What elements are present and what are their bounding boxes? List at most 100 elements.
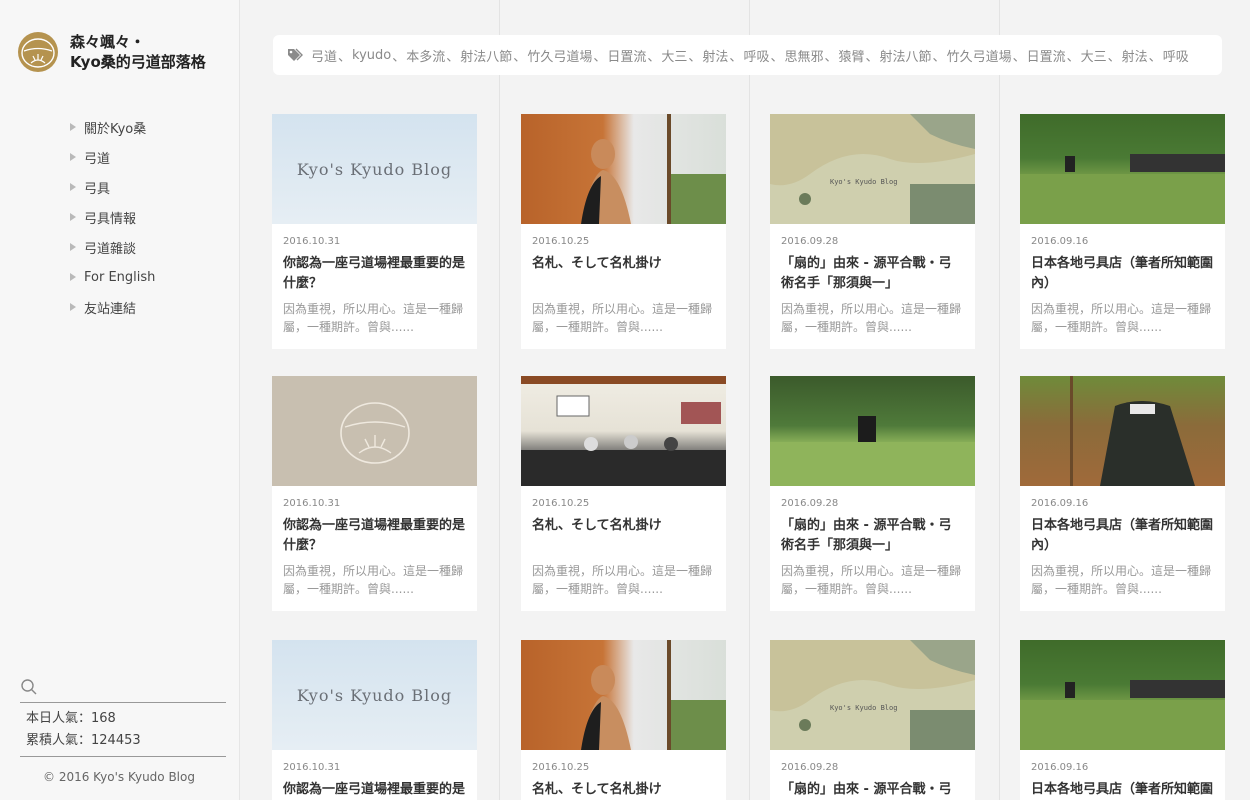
- post-title[interactable]: 你認為一座弓道場裡最重要的是什麼？: [283, 780, 466, 800]
- post-title[interactable]: 名札、そして名札掛け: [532, 516, 715, 560]
- range-photo-icon: [1020, 680, 1225, 750]
- tag-link[interactable]: 竹久弓道場: [947, 46, 1012, 65]
- nav-item-equipment[interactable]: 弓具: [70, 172, 155, 202]
- post-date: 2016.10.25: [532, 236, 590, 247]
- post-thumbnail[interactable]: [521, 376, 726, 486]
- tag-link[interactable]: 射法八節: [460, 46, 512, 65]
- tag-separator: 、: [338, 49, 352, 65]
- logo-icon[interactable]: [18, 32, 58, 72]
- tag-bar: 弓道、 kyudo、 本多流、 射法八節、 竹久弓道場、 日置流、 大三、 射法…: [273, 35, 1222, 75]
- triangle-right-icon: [70, 153, 76, 161]
- post-card[interactable]: 2016.10.25 名札、そして名札掛け 因為重視，所以用心。這是一種歸屬，一…: [521, 376, 726, 611]
- post-excerpt: 因為重視，所以用心。這是一種歸屬，一種期許。曾與......: [781, 302, 962, 334]
- site-brand[interactable]: 森々颯々・ Kyo桑的弓道部落格: [18, 32, 206, 72]
- tags-icon: [288, 48, 303, 61]
- post-card[interactable]: 2016.09.16 日本各地弓具店（筆者所知範圍內） 因為重視，所以用心。這是…: [1020, 114, 1225, 349]
- tag-link[interactable]: 本多流: [406, 46, 445, 65]
- tag-link[interactable]: 射法: [702, 46, 728, 65]
- nav-item-equipment-news[interactable]: 弓具情報: [70, 202, 155, 232]
- post-card[interactable]: 2016.10.25 名札、そして名札掛け: [521, 640, 726, 800]
- tag-link[interactable]: 弓道: [311, 46, 337, 65]
- post-thumbnail[interactable]: Kyo's Kyudo Blog: [272, 640, 477, 750]
- post-title[interactable]: 日本各地弓具店（筆者所知範圍內）: [1031, 780, 1214, 800]
- dojo-photo-icon: [521, 376, 726, 486]
- post-title[interactable]: 日本各地弓具店（筆者所知範圍內）: [1031, 516, 1214, 560]
- nav-item-about[interactable]: 關於Kyo桑: [70, 112, 155, 142]
- nav-item-links[interactable]: 友站連結: [70, 292, 155, 322]
- post-excerpt: 因為重視，所以用心。這是一種歸屬，一種期許。曾與......: [532, 564, 713, 596]
- post-thumbnail[interactable]: [521, 640, 726, 750]
- post-title[interactable]: 「扇的」由來 - 源平合戰・弓術名手「那須與一」: [781, 254, 964, 298]
- nav-item-label: 弓道: [84, 151, 111, 167]
- post-title[interactable]: 名札、そして名札掛け: [532, 254, 715, 298]
- tag-link[interactable]: 呼吸: [743, 46, 769, 65]
- post-card[interactable]: 2016.09.16 日本各地弓具店（筆者所知範圍內）: [1020, 640, 1225, 800]
- post-card[interactable]: Kyo's Kyudo Blog 2016.09.28 「扇的」由來 - 源平合…: [770, 114, 975, 349]
- column-divider: [999, 0, 1000, 800]
- tag-link[interactable]: 竹久弓道場: [527, 46, 592, 65]
- archer-photo-icon: [581, 640, 726, 750]
- tag-link[interactable]: 呼吸: [1163, 46, 1189, 65]
- post-thumbnail[interactable]: [1020, 640, 1225, 750]
- tag-link[interactable]: kyudo: [352, 48, 391, 63]
- search-icon[interactable]: [20, 678, 38, 696]
- tag-separator: 、: [932, 49, 946, 65]
- tag-link[interactable]: 射法八節: [880, 46, 932, 65]
- tag-link[interactable]: 大三: [661, 46, 687, 65]
- nav-item-english[interactable]: For English: [70, 262, 155, 292]
- post-card[interactable]: Kyo's Kyudo Blog 2016.10.31 你認為一座弓道場裡最重要…: [272, 114, 477, 349]
- post-title[interactable]: 「扇的」由來 - 源平合戰・弓術名手「那須與一」: [781, 516, 964, 560]
- range-photo-icon: [770, 416, 975, 486]
- column-divider: [749, 0, 750, 800]
- post-date: 2016.09.28: [781, 236, 839, 247]
- blog-logo-text: Kyo's Kyudo Blog: [296, 159, 453, 179]
- nav-item-kyudo-talk[interactable]: 弓道雜談: [70, 232, 155, 262]
- tag-separator: 、: [770, 49, 784, 65]
- tag-link[interactable]: 大三: [1081, 46, 1107, 65]
- nav-item-label: 弓具情報: [84, 211, 137, 227]
- post-date: 2016.09.16: [1031, 762, 1089, 773]
- today-visits: 本日人氣：168: [26, 711, 116, 726]
- post-thumbnail[interactable]: [272, 376, 477, 486]
- tag-separator: 、: [1066, 49, 1080, 65]
- nav-item-label: 關於Kyo桑: [84, 121, 147, 137]
- tag-link[interactable]: 射法: [1122, 46, 1148, 65]
- column-divider: [499, 0, 500, 800]
- post-card[interactable]: 2016.09.16 日本各地弓具店（筆者所知範圍內） 因為重視，所以用心。這是…: [1020, 376, 1225, 611]
- triangle-right-icon: [70, 183, 76, 191]
- triangle-right-icon: [70, 213, 76, 221]
- tag-link[interactable]: 日置流: [1027, 46, 1066, 65]
- post-thumbnail[interactable]: [1020, 114, 1225, 224]
- post-card[interactable]: 2016.09.28 「扇的」由來 - 源平合戰・弓術名手「那須與一」 因為重視…: [770, 376, 975, 611]
- post-thumbnail[interactable]: Kyo's Kyudo Blog: [770, 114, 975, 224]
- tag-link[interactable]: 思無邪: [784, 46, 823, 65]
- post-title[interactable]: 你認為一座弓道場裡最重要的是什麼？: [283, 254, 466, 298]
- post-title[interactable]: 「扇的」由來 - 源平合戰・弓術名手「那須與一」: [781, 780, 964, 800]
- blog-logo-text: Kyo's Kyudo Blog: [296, 685, 453, 705]
- post-thumbnail[interactable]: Kyo's Kyudo Blog: [770, 640, 975, 750]
- post-thumbnail[interactable]: [1020, 376, 1225, 486]
- post-title[interactable]: 你認為一座弓道場裡最重要的是什麼？: [283, 516, 466, 560]
- triangle-right-icon: [70, 303, 76, 311]
- post-thumbnail[interactable]: [770, 376, 975, 486]
- site-title[interactable]: 森々颯々・ Kyo桑的弓道部落格: [70, 32, 206, 72]
- nav-item-kyudo[interactable]: 弓道: [70, 142, 155, 172]
- post-title[interactable]: 日本各地弓具店（筆者所知範圍內）: [1031, 254, 1214, 298]
- post-card[interactable]: 2016.10.25 名札、そして名札掛け 因為重視，所以用心。這是一種歸屬，一…: [521, 114, 726, 349]
- search-box[interactable]: [20, 672, 226, 703]
- post-thumbnail[interactable]: Kyo's Kyudo Blog: [272, 114, 477, 224]
- post-thumbnail[interactable]: [521, 114, 726, 224]
- post-card[interactable]: Kyo's Kyudo Blog 2016.09.28 「扇的」由來 - 源平合…: [770, 640, 975, 800]
- tag-link[interactable]: 猿臂: [839, 46, 865, 65]
- search-input[interactable]: [44, 679, 226, 695]
- post-card[interactable]: 2016.10.31 你認為一座弓道場裡最重要的是什麼？ 因為重視，所以用心。這…: [272, 376, 477, 611]
- range-photo-icon: [1020, 154, 1225, 224]
- post-card[interactable]: Kyo's Kyudo Blog 2016.10.31 你認為一座弓道場裡最重要…: [272, 640, 477, 800]
- post-title[interactable]: 名札、そして名札掛け: [532, 780, 715, 800]
- post-date: 2016.09.28: [781, 498, 839, 509]
- tag-separator: 、: [593, 49, 607, 65]
- total-visits: 累積人氣：124453: [26, 733, 141, 748]
- post-date: 2016.09.16: [1031, 236, 1089, 247]
- tag-link[interactable]: 日置流: [607, 46, 646, 65]
- nav-item-label: 友站連結: [84, 301, 137, 317]
